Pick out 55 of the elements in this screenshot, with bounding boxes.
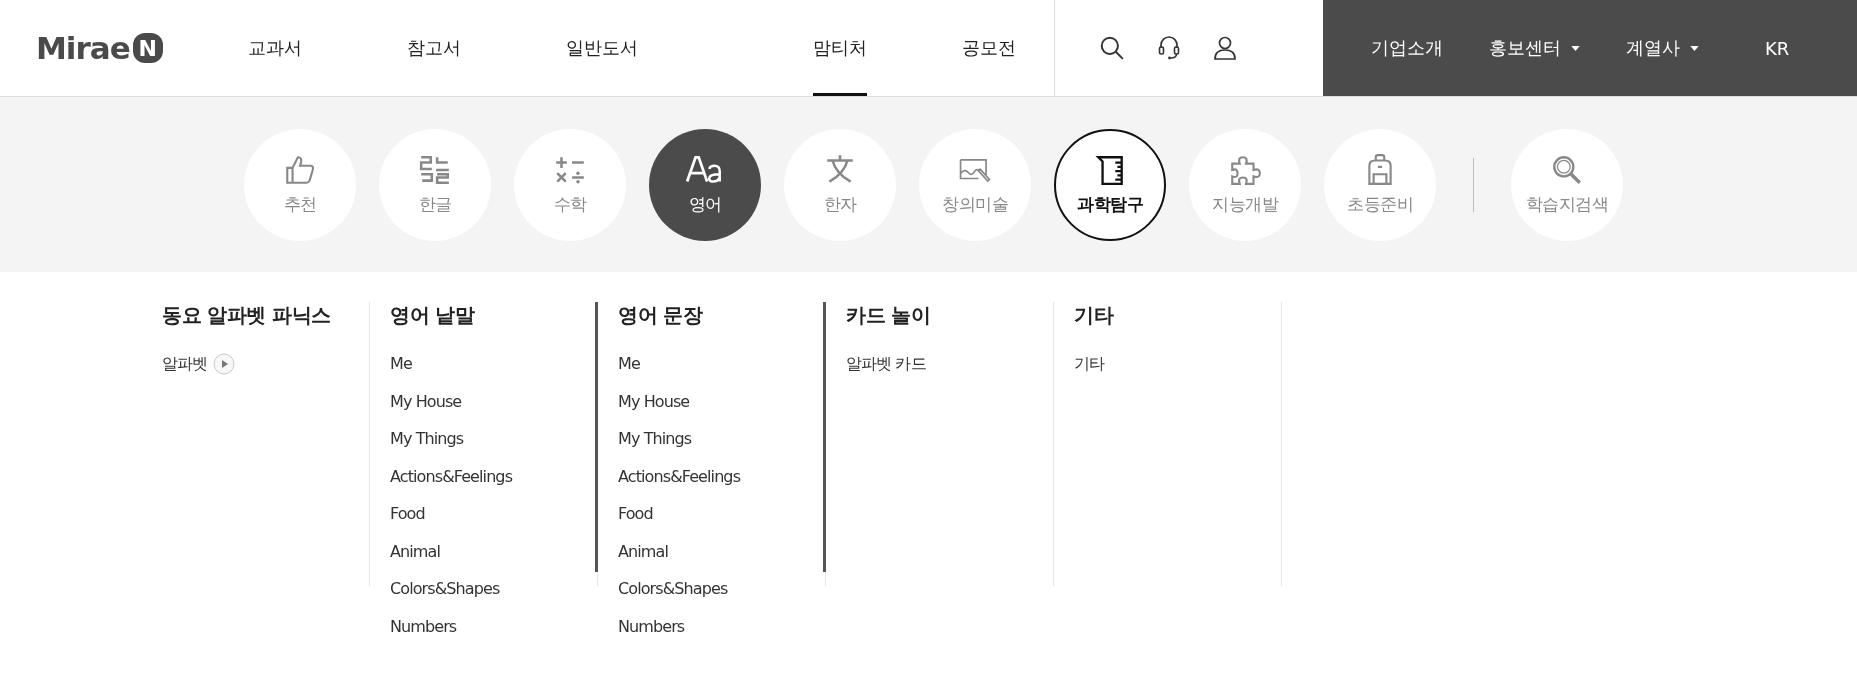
caret-icon[interactable]: [1570, 45, 1580, 51]
column-heading: 영어 문장: [618, 302, 704, 329]
nav-tab[interactable]: 공모전: [962, 0, 1017, 96]
category-button[interactable]: 지능개발: [1189, 128, 1301, 241]
menu-link[interactable]: Actions&Feelings: [618, 463, 825, 489]
menu-link[interactable]: Colors&Shapes: [618, 576, 825, 601]
menu-link[interactable]: My Things: [618, 426, 825, 451]
nav-tab[interactable]: 참고서: [407, 0, 462, 96]
menu-link[interactable]: Me: [618, 351, 825, 376]
nav-tab[interactable]: 일반도서: [566, 0, 639, 96]
search-icon[interactable]: [1098, 35, 1125, 61]
utility-link[interactable]: 홍보센터: [1488, 36, 1580, 60]
column-heading: 카드 놀이: [846, 302, 932, 329]
menu-link[interactable]: 알파벳 카드: [846, 351, 1053, 376]
play-icon[interactable]: [213, 352, 236, 375]
menu-link[interactable]: 기타: [1074, 351, 1281, 376]
nav-tab[interactable]: 교과서: [248, 0, 303, 96]
menu-link[interactable]: Numbers: [390, 613, 597, 639]
scrollbar[interactable]: [823, 302, 826, 572]
search-icon: [1550, 153, 1584, 187]
menu-link[interactable]: Animal: [618, 538, 825, 564]
menu-link[interactable]: Food: [390, 501, 597, 526]
column-heading: 영어 낱말: [390, 302, 476, 329]
menu-link[interactable]: 알파벳: [162, 351, 369, 376]
menu-link[interactable]: Colors&Shapes: [390, 576, 597, 601]
menu-link[interactable]: Numbers: [618, 613, 825, 639]
menu-link[interactable]: Food: [618, 501, 825, 526]
menu-link[interactable]: My House: [618, 388, 825, 414]
category-button[interactable]: 창의미술: [919, 128, 1031, 241]
menu-link[interactable]: Me: [390, 351, 597, 376]
utility-link[interactable]: KR: [1764, 37, 1790, 59]
category-button[interactable]: 한글: [379, 128, 491, 241]
thumbs-up-icon: [283, 153, 317, 187]
scrollbar[interactable]: [595, 302, 598, 572]
menu-link[interactable]: Animal: [390, 538, 597, 564]
utility-link[interactable]: 기업소개: [1370, 36, 1443, 60]
logo[interactable]: Mirae N: [0, 0, 219, 96]
category-button[interactable]: 과학탐구: [1054, 128, 1166, 241]
headset-icon[interactable]: [1156, 35, 1181, 61]
hangul-icon: [418, 153, 452, 187]
column-heading: 동요 알파벳 파닉스: [162, 302, 332, 329]
user-icon[interactable]: [1212, 35, 1237, 61]
category-button[interactable]: 학습지검색: [1511, 128, 1623, 241]
category-button[interactable]: 초등준비: [1324, 128, 1436, 241]
category-button[interactable]: 수학: [514, 128, 626, 241]
category-button[interactable]: 추천: [244, 128, 356, 241]
column-heading: 기타: [1074, 302, 1115, 329]
menu-link[interactable]: Actions&Feelings: [390, 463, 597, 489]
category-button[interactable]: 한자: [784, 128, 896, 241]
puzzle-icon: [1228, 153, 1262, 187]
utility-link[interactable]: 계열사: [1625, 36, 1699, 60]
menu-link[interactable]: My Things: [390, 426, 597, 451]
category-button[interactable]: 영어: [649, 128, 761, 241]
menu-link[interactable]: My House: [390, 388, 597, 414]
caret-icon[interactable]: [1689, 45, 1699, 51]
